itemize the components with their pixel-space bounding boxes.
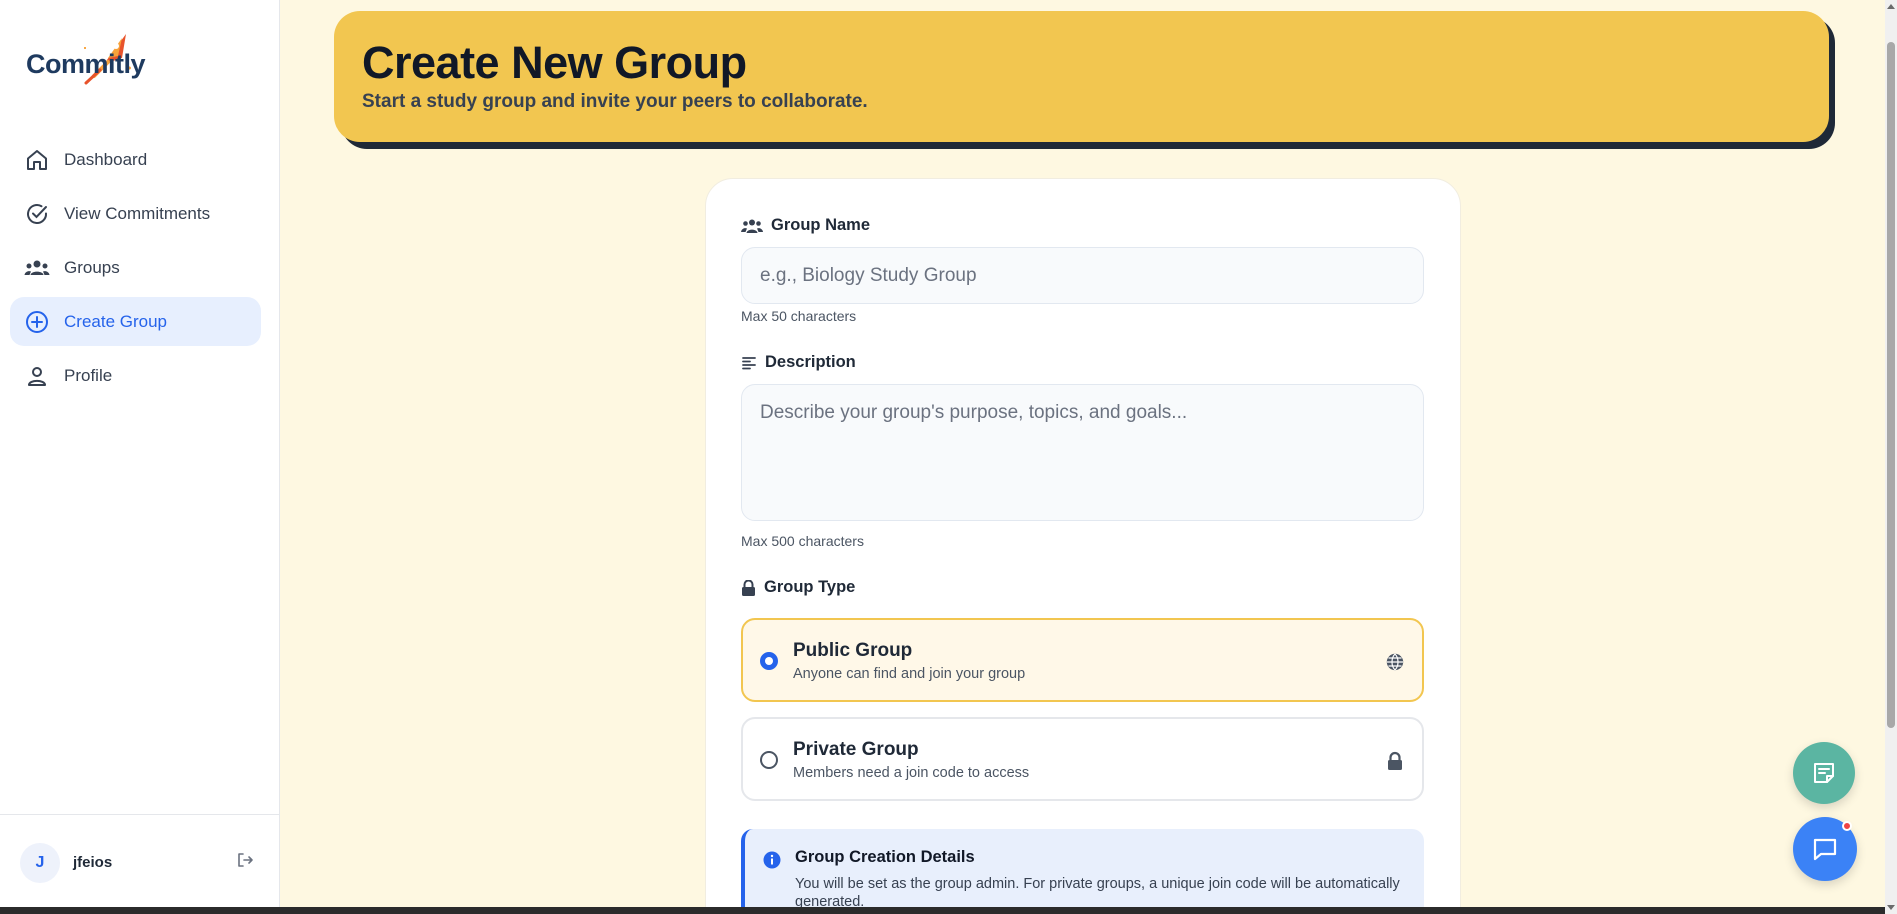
group-type-label-text: Group Type — [764, 578, 856, 596]
scroll-down-arrow-icon[interactable] — [1887, 905, 1895, 910]
groups-icon — [24, 255, 50, 281]
description-label-text: Description — [765, 353, 856, 371]
sidebar-item-profile[interactable]: Profile — [10, 351, 261, 400]
create-group-form: Group Name Max 50 characters Description… — [705, 178, 1461, 914]
logout-icon[interactable] — [236, 851, 254, 869]
option-title: Public Group — [793, 640, 913, 661]
sidebar-item-label: Dashboard — [64, 149, 148, 169]
private-group-option[interactable]: Private Group Members need a join code t… — [741, 717, 1424, 801]
private-group-radio[interactable] — [760, 751, 778, 769]
avatar[interactable]: J — [20, 843, 60, 883]
sidebar-item-label: Profile — [64, 365, 113, 385]
sidebar-user-panel: J jfeios — [0, 814, 280, 914]
page-scrollbar[interactable] — [1885, 0, 1897, 914]
sidebar-item-label: View Commitments — [64, 203, 211, 223]
public-group-radio[interactable] — [760, 652, 778, 670]
username: jfeios — [73, 854, 113, 871]
sidebar-item-create-group[interactable]: Create Group — [10, 297, 261, 346]
home-icon — [24, 147, 50, 173]
page-header: Create New Group Start a study group and… — [334, 11, 1829, 142]
group-name-label: Group Name — [741, 216, 870, 235]
description-label: Description — [741, 353, 856, 372]
users-icon — [741, 218, 763, 234]
notes-button[interactable] — [1793, 742, 1855, 804]
option-title: Private Group — [793, 739, 919, 760]
sidebar-item-label: Groups — [64, 257, 120, 277]
notification-dot — [1842, 821, 1852, 831]
page-subtitle: Start a study group and invite your peer… — [362, 90, 868, 112]
info-icon — [763, 851, 781, 869]
sidebar-item-dashboard[interactable]: Dashboard — [10, 135, 261, 184]
description-textarea[interactable] — [741, 384, 1424, 521]
group-type-label: Group Type — [741, 578, 855, 597]
lock-icon — [1388, 751, 1402, 770]
sidebar-item-groups[interactable]: Groups — [10, 243, 261, 292]
globe-icon — [1386, 653, 1404, 671]
sidebar-nav: Dashboard View Commitments Groups Create… — [10, 135, 261, 405]
plus-circle-icon — [24, 309, 50, 335]
scroll-thumb[interactable] — [1887, 42, 1895, 728]
page-title: Create New Group — [362, 37, 747, 88]
group-name-label-text: Group Name — [771, 216, 871, 234]
group-creation-info: Group Creation Details You will be set a… — [741, 829, 1424, 914]
brand-name: Commitly — [26, 49, 146, 79]
sidebar-item-view-commitments[interactable]: View Commitments — [10, 189, 261, 238]
info-title: Group Creation Details — [795, 848, 975, 866]
option-description: Members need a join code to access — [793, 765, 1030, 781]
person-icon — [24, 363, 50, 389]
sidebar-item-label: Create Group — [64, 311, 167, 331]
option-description: Anyone can find and join your group — [793, 666, 1026, 682]
check-circle-icon — [24, 201, 50, 227]
text-align-icon — [741, 355, 757, 371]
brand-logo[interactable]: Commitly — [26, 28, 156, 94]
info-text: You will be set as the group admin. For … — [795, 876, 1400, 911]
group-name-hint: Max 50 characters — [741, 308, 857, 324]
scroll-up-arrow-icon[interactable] — [1887, 4, 1895, 9]
sidebar: Commitly Dashboard View Commitments Grou… — [0, 0, 280, 914]
public-group-option[interactable]: Public Group Anyone can find and join yo… — [741, 618, 1424, 702]
chat-icon — [1813, 838, 1837, 861]
group-name-input[interactable] — [741, 247, 1424, 304]
window-bottom-edge — [0, 907, 1885, 914]
description-hint: Max 500 characters — [741, 533, 864, 549]
lock-icon — [741, 579, 756, 596]
notes-icon — [1814, 763, 1834, 783]
